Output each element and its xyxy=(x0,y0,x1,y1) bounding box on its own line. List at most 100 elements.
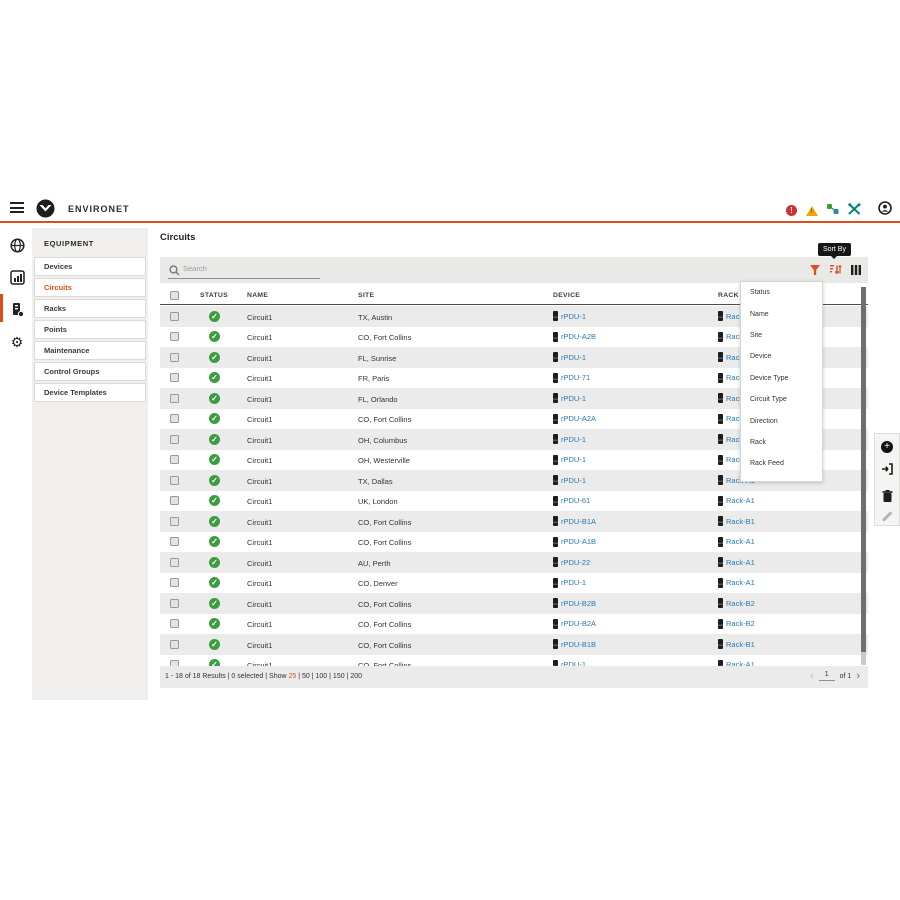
table-row[interactable]: ✓Circuit1CO, Fort CollinsrPDU-B2BRack-B2 xyxy=(160,593,868,614)
device-link[interactable]: rPDU-A2A xyxy=(561,414,596,423)
sort-option-circuit-type[interactable]: Circuit Type xyxy=(741,389,822,410)
row-checkbox[interactable] xyxy=(170,640,179,649)
device-link[interactable]: rPDU-1 xyxy=(561,353,586,362)
vertical-scrollbar[interactable] xyxy=(861,287,866,652)
sidebar-item-device-templates[interactable]: Device Templates xyxy=(34,383,146,402)
account-icon[interactable] xyxy=(878,201,892,220)
col-name[interactable]: NAME xyxy=(247,292,268,299)
device-link[interactable]: rPDU-71 xyxy=(561,373,590,382)
tools-icon[interactable] xyxy=(848,202,861,220)
row-checkbox[interactable] xyxy=(170,353,179,362)
sort-option-device-type[interactable]: Device Type xyxy=(741,368,822,389)
device-link[interactable]: rPDU-1 xyxy=(561,455,586,464)
row-checkbox[interactable] xyxy=(170,312,179,321)
rack-link[interactable]: Rack-B1 xyxy=(726,517,755,526)
page-prev-icon[interactable]: ‹ xyxy=(810,669,814,683)
table-row[interactable]: ✓Circuit1CO, Fort CollinsrPDU-B1BRack-B1 xyxy=(160,634,868,655)
rack-link[interactable]: Rack-A1 xyxy=(726,558,755,567)
sidebar-item-circuits[interactable]: Circuits xyxy=(34,278,146,297)
integration-icon[interactable] xyxy=(827,202,839,220)
sort-option-rack[interactable]: Rack xyxy=(741,432,822,453)
table-row[interactable]: ✓Circuit1CO, Fort CollinsrPDU-A1BRack-A1 xyxy=(160,532,868,553)
rack-link[interactable]: Rack-B2 xyxy=(726,619,755,628)
select-all-checkbox[interactable] xyxy=(170,291,179,300)
row-checkbox[interactable] xyxy=(170,394,179,403)
sidebar-item-devices[interactable]: Devices xyxy=(34,257,146,276)
device-link[interactable]: rPDU-1 xyxy=(561,578,586,587)
device-link[interactable]: rPDU-1 xyxy=(561,394,586,403)
equipment-icon[interactable] xyxy=(9,302,25,318)
sort-icon[interactable] xyxy=(829,263,842,281)
sidebar-item-points[interactable]: Points xyxy=(34,320,146,339)
sidebar-item-maintenance[interactable]: Maintenance xyxy=(34,341,146,360)
page-next-icon[interactable]: › xyxy=(856,669,860,683)
row-checkbox[interactable] xyxy=(170,558,179,567)
page-size-150[interactable]: 150 xyxy=(333,673,345,680)
device-link[interactable]: rPDU-A1B xyxy=(561,537,596,546)
rack-link[interactable]: Rack-A1 xyxy=(726,496,755,505)
row-checkbox[interactable] xyxy=(170,537,179,546)
table-row[interactable]: ✓Circuit1AU, PerthrPDU-22Rack-A1 xyxy=(160,552,868,573)
table-row[interactable]: ✓Circuit1CO, DenverrPDU-1Rack-A1 xyxy=(160,573,868,594)
reports-icon[interactable] xyxy=(9,270,25,286)
sort-option-site[interactable]: Site xyxy=(741,325,822,346)
row-checkbox[interactable] xyxy=(170,578,179,587)
row-checkbox[interactable] xyxy=(170,332,179,341)
row-checkbox[interactable] xyxy=(170,476,179,485)
delete-icon[interactable] xyxy=(882,489,893,507)
sidebar-item-racks[interactable]: Racks xyxy=(34,299,146,318)
col-site[interactable]: SITE xyxy=(358,292,374,299)
sort-option-rack-feed[interactable]: Rack Feed xyxy=(741,453,822,474)
page-size-100[interactable]: 100 xyxy=(316,673,328,680)
page-size-25[interactable]: 25 xyxy=(288,673,296,680)
device-link[interactable]: rPDU-22 xyxy=(561,558,590,567)
alert-icon[interactable]: ! xyxy=(786,205,797,216)
columns-icon[interactable] xyxy=(850,263,862,281)
row-checkbox[interactable] xyxy=(170,373,179,382)
edit-icon[interactable] xyxy=(882,512,892,522)
sort-option-device[interactable]: Device xyxy=(741,346,822,367)
sort-option-name[interactable]: Name xyxy=(741,303,822,324)
rack-link[interactable]: Rack-A1 xyxy=(726,578,755,587)
page-size-200[interactable]: 200 xyxy=(350,673,362,680)
globe-icon[interactable] xyxy=(9,238,25,254)
page-number-input[interactable]: 1 xyxy=(819,671,835,681)
warning-icon[interactable]: ! xyxy=(806,206,818,216)
row-checkbox[interactable] xyxy=(170,414,179,423)
col-rack[interactable]: RACK xyxy=(718,292,739,299)
device-link[interactable]: rPDU-B1A xyxy=(561,517,596,526)
sort-option-direction[interactable]: Direction xyxy=(741,410,822,431)
sort-option-status[interactable]: Status xyxy=(741,282,822,303)
device-link[interactable]: rPDU-B2A xyxy=(561,619,596,628)
device-link[interactable]: rPDU-B1B xyxy=(561,640,596,649)
device-link[interactable]: rPDU-B2B xyxy=(561,599,596,608)
row-checkbox[interactable] xyxy=(170,455,179,464)
col-device[interactable]: DEVICE xyxy=(553,292,580,299)
rack-link[interactable]: Rack-B2 xyxy=(726,599,755,608)
device-link[interactable]: rPDU-1 xyxy=(561,435,586,444)
row-checkbox[interactable] xyxy=(170,619,179,628)
add-circuit-button[interactable]: + xyxy=(881,441,893,453)
row-checkbox[interactable] xyxy=(170,599,179,608)
row-checkbox[interactable] xyxy=(170,435,179,444)
search-input[interactable]: Search xyxy=(183,264,207,273)
row-checkbox[interactable] xyxy=(170,496,179,505)
row-checkbox[interactable] xyxy=(170,517,179,526)
col-status[interactable]: STATUS xyxy=(200,292,228,299)
table-row[interactable]: ✓Circuit1CO, Fort CollinsrPDU-B2ARack-B2 xyxy=(160,614,868,635)
table-row[interactable]: ✓Circuit1CO, Fort CollinsrPDU-1Rack-A1 xyxy=(160,655,868,667)
sidebar-item-control-groups[interactable]: Control Groups xyxy=(34,362,146,381)
table-row[interactable]: ✓Circuit1CO, Fort CollinsrPDU-B1ARack-B1 xyxy=(160,511,868,532)
filter-icon[interactable] xyxy=(809,263,821,281)
rack-link[interactable]: Rack-B1 xyxy=(726,640,755,649)
export-icon[interactable] xyxy=(881,462,893,480)
settings-icon[interactable]: ⚙ xyxy=(9,334,25,350)
device-link[interactable]: rPDU-1 xyxy=(561,312,586,321)
device-link[interactable]: rPDU-61 xyxy=(561,496,590,505)
page-size-50[interactable]: 50 xyxy=(302,673,310,680)
menu-hamburger-icon[interactable] xyxy=(10,202,24,213)
device-link[interactable]: rPDU-1 xyxy=(561,476,586,485)
rack-link[interactable]: Rack-A1 xyxy=(726,537,755,546)
table-row[interactable]: ✓Circuit1UK, LondonrPDU-61Rack-A1 xyxy=(160,491,868,512)
device-link[interactable]: rPDU-A2B xyxy=(561,332,596,341)
